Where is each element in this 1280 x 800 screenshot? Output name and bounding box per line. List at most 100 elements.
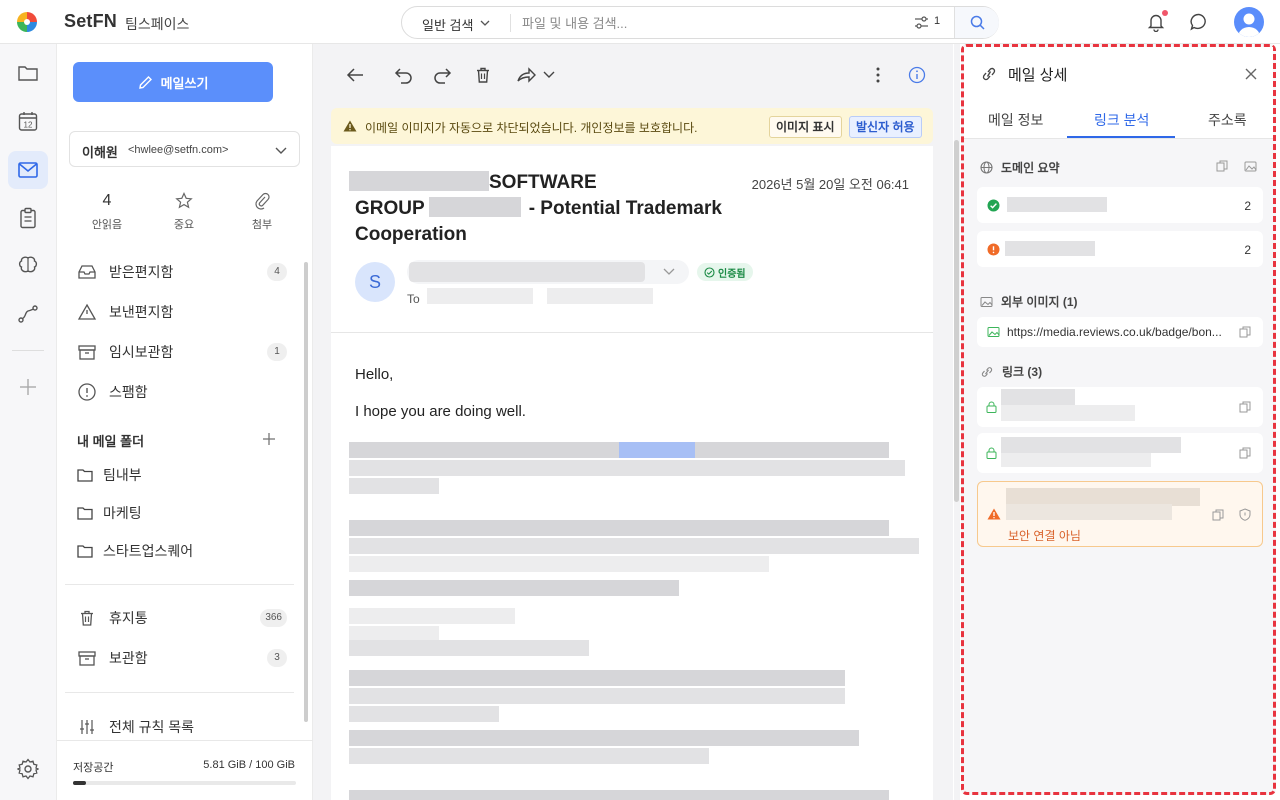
chevron-down-icon[interactable] (543, 71, 555, 79)
tab-address-book[interactable]: 주소록 (1208, 110, 1247, 130)
mail-line: I hope you are doing well. (355, 403, 526, 420)
sidebar-divider (65, 584, 294, 585)
app-rail: 12 (0, 44, 57, 800)
sidebar-item-archive[interactable]: 보관함 3 (77, 645, 287, 671)
redacted-text (427, 288, 533, 304)
show-images-button[interactable]: 이미지 표시 (769, 116, 842, 138)
unread-stat[interactable]: 4 안읽음 (77, 192, 137, 232)
trash-icon (77, 609, 97, 627)
redacted-text (547, 288, 653, 304)
search-box: 일반 검색 1 (401, 6, 999, 39)
link-row[interactable] (977, 433, 1263, 473)
sidebar-item-trash[interactable]: 휴지통 366 (77, 605, 287, 631)
chat-icon[interactable] (1189, 12, 1209, 32)
copy-icon[interactable] (1212, 509, 1224, 521)
external-images-header: 외부 이미지 (1) (980, 293, 1078, 310)
logo-icon[interactable] (16, 11, 38, 33)
links-header: 링크 (3) (980, 363, 1042, 380)
redacted-text (349, 706, 499, 722)
redacted-text (1001, 389, 1075, 405)
mail-icon[interactable] (8, 151, 48, 189)
shield-icon[interactable] (1239, 508, 1251, 521)
links-title: 링크 (3) (1002, 365, 1043, 379)
warning-triangle-icon (987, 508, 1001, 520)
sender-address[interactable] (407, 260, 689, 284)
sender-avatar[interactable]: S (355, 262, 395, 302)
panel-tabs: 메일 정보 링크 분석 주소록 (964, 99, 1273, 139)
sidebar-item-inbox[interactable]: 받은편지함 4 (77, 259, 287, 285)
inbox-label: 받은편지함 (109, 264, 174, 280)
copy-icon[interactable] (1239, 401, 1251, 413)
folder-item[interactable]: 스타트업스퀘어 (77, 539, 193, 563)
compose-button[interactable]: 메일쓰기 (73, 62, 273, 102)
attachment-stat[interactable]: 첨부 (232, 192, 292, 232)
to-label: To (407, 292, 420, 306)
close-icon[interactable] (1244, 67, 1258, 81)
tab-link-analysis[interactable]: 링크 분석 (1094, 110, 1149, 130)
check-circle-icon (987, 199, 1000, 212)
info-icon[interactable] (908, 66, 926, 84)
search-button[interactable] (954, 7, 999, 38)
allow-sender-button[interactable]: 발신자 허용 (849, 116, 922, 138)
sidebar-item-rules[interactable]: 전체 규칙 목록 (77, 714, 287, 740)
domain-row[interactable]: 2 (977, 231, 1263, 267)
search-mode-select[interactable]: 일반 검색 (422, 15, 473, 34)
folder-icon[interactable] (8, 54, 48, 92)
clipboard-icon[interactable] (8, 199, 48, 237)
domain-row[interactable]: 2 (977, 187, 1263, 223)
sidebar-item-drafts[interactable]: 임시보관함 1 (77, 339, 287, 365)
scrollbar-thumb[interactable] (954, 140, 959, 502)
archive-box-icon (77, 343, 97, 361)
image-icon[interactable] (1244, 160, 1257, 172)
plus-icon[interactable] (8, 368, 48, 406)
starred-stat[interactable]: 중요 (154, 192, 214, 232)
add-folder-icon[interactable] (261, 431, 277, 447)
forward-icon[interactable] (516, 66, 536, 84)
account-select[interactable]: 이해원 <hwlee@setfn.com> (69, 131, 300, 167)
image-icon (980, 296, 993, 308)
inbox-count-badge: 4 (267, 263, 287, 281)
filter-icon[interactable] (914, 16, 929, 29)
flow-icon[interactable] (8, 295, 48, 333)
external-image-row[interactable]: https://media.reviews.co.uk/badge/bon... (977, 317, 1263, 347)
filter-count: 1 (934, 15, 941, 27)
copy-icon[interactable] (1239, 447, 1251, 459)
redo-icon[interactable] (433, 66, 453, 84)
folder-label: 팀내부 (103, 467, 142, 483)
link-row[interactable] (977, 387, 1263, 427)
folder-item[interactable]: 팀내부 (77, 463, 142, 487)
trash-label: 휴지통 (109, 610, 148, 626)
workspace-name[interactable]: 팀스페이스 (125, 14, 189, 34)
banner-text: 이메일 이미지가 자동으로 차단되었습니다. 개인정보를 보호합니다. (365, 121, 698, 135)
copy-icon[interactable] (1216, 160, 1228, 172)
my-folders-title: 내 메일 폴더 (77, 434, 145, 449)
redacted-text (409, 262, 645, 282)
chevron-down-icon[interactable] (663, 266, 675, 276)
redacted-text (349, 608, 515, 624)
compose-label: 메일쓰기 (160, 75, 209, 91)
sidebar-scrollbar[interactable] (304, 262, 308, 722)
back-arrow-icon[interactable] (345, 66, 365, 84)
undo-icon[interactable] (393, 66, 413, 84)
redacted-text (349, 670, 845, 686)
lock-icon (986, 401, 997, 413)
redacted-text (349, 538, 919, 554)
trash-icon[interactable] (474, 66, 492, 84)
calendar-icon[interactable]: 12 (8, 102, 48, 140)
tab-mail-info[interactable]: 메일 정보 (988, 110, 1043, 130)
folder-icon (77, 506, 93, 520)
brain-icon[interactable] (8, 246, 48, 284)
insecure-link-row[interactable]: 보안 연결 아님 (977, 481, 1263, 547)
more-vertical-icon[interactable] (875, 66, 881, 84)
search-input[interactable] (522, 12, 892, 34)
chevron-down-icon[interactable] (480, 18, 490, 28)
mail-scrollbar[interactable] (954, 44, 960, 800)
subject-text: Cooperation (355, 224, 467, 245)
settings-icon[interactable] (8, 750, 48, 788)
sidebar-item-spam[interactable]: 스팸함 (77, 379, 287, 405)
folder-item[interactable]: 마케팅 (77, 501, 142, 525)
sidebar-item-sent[interactable]: 보낸편지함 (77, 299, 287, 325)
folder-icon (77, 544, 93, 558)
user-avatar-icon[interactable] (1234, 7, 1264, 37)
copy-icon[interactable] (1239, 326, 1251, 338)
